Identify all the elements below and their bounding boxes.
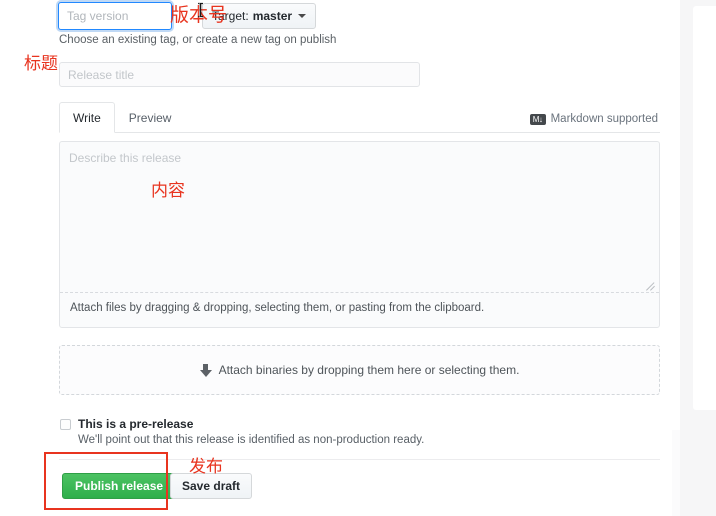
target-prefix-label: Target: [212,9,249,23]
release-body-textarea[interactable] [60,142,659,287]
tag-help-text: Choose an existing tag, or create a new … [59,34,337,46]
target-branch-dropdown[interactable]: Target: master [202,3,317,29]
prerelease-description: We'll point out that this release is ide… [78,434,425,446]
chevron-down-icon [298,14,307,18]
attach-files-hint: Attach files by dragging & dropping, sel… [70,302,485,314]
release-form-page: Target: master Choose an existing tag, o… [0,0,716,516]
page-right-panel-edge [693,6,716,410]
attach-binaries-dropzone[interactable]: Attach binaries by dropping them here or… [59,345,660,395]
markdown-supported-note: M↓ Markdown supported [529,113,658,125]
prerelease-label[interactable]: This is a pre-release [78,417,193,431]
tab-write[interactable]: Write [59,102,115,133]
target-branch-name: master [252,9,293,23]
prerelease-line: This is a pre-release [60,417,580,431]
editor-footer-divider [60,292,659,293]
attach-binaries-label: Attach binaries by dropping them here or… [218,363,520,377]
footer-divider [59,459,660,460]
release-body-editor-shell: Attach files by dragging & dropping, sel… [59,141,660,328]
tag-version-input[interactable] [58,2,172,30]
save-draft-button[interactable]: Save draft [170,473,253,499]
release-description-box: Write Preview M↓ Markdown supported Atta… [59,101,660,328]
arrow-down-icon [199,363,212,377]
prerelease-section: This is a pre-release We'll point out th… [60,417,580,446]
annotation-title: 标题 [24,54,58,74]
page-right-panel-edge-lower [672,430,680,516]
tab-preview[interactable]: Preview [115,102,186,133]
markdown-icon: M↓ [529,113,546,125]
release-title-input[interactable] [59,62,420,87]
markdown-supported-label: Markdown supported [550,113,658,125]
tag-version-input-wrap [58,2,172,30]
prerelease-checkbox[interactable] [60,419,71,430]
publish-release-button[interactable]: Publish release [62,473,177,499]
tag-version-row [58,2,172,30]
editor-tabnav: Write Preview M↓ Markdown supported [59,101,660,133]
